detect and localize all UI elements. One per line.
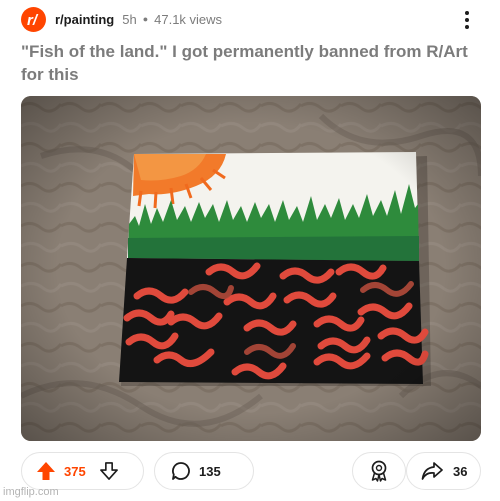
upvote-icon[interactable] [36,461,56,481]
post-header: r/ r/painting 5h ● 47.1k views [21,6,481,32]
comment-count: 135 [199,463,221,479]
comment-icon [171,461,191,481]
post-meta: 5h ● 47.1k views [122,12,222,27]
separator-dot: ● [142,14,149,24]
post-title[interactable]: "Fish of the land." I got permanently ba… [21,40,486,86]
post-age: 5h [122,11,137,27]
share-icon [421,461,443,481]
subreddit-name[interactable]: r/painting [55,12,114,27]
painting-photo [21,96,481,441]
more-options-icon[interactable] [461,9,473,31]
post-views: 47.1k views [154,11,223,27]
post-image[interactable] [21,96,481,441]
vote-count: 375 [64,463,86,479]
post-actions: 375 135 36 [21,452,481,490]
comments-button[interactable]: 135 [154,452,254,490]
share-button[interactable]: 36 [406,452,481,490]
award-button[interactable] [352,452,406,490]
svg-text:r/: r/ [27,12,39,29]
share-count: 36 [453,463,468,479]
subreddit-icon[interactable]: r/ [21,6,46,32]
award-icon [369,460,389,482]
downvote-icon[interactable] [99,462,118,480]
vote-control: 375 [21,452,144,490]
watermark: imgflip.com [3,486,59,498]
